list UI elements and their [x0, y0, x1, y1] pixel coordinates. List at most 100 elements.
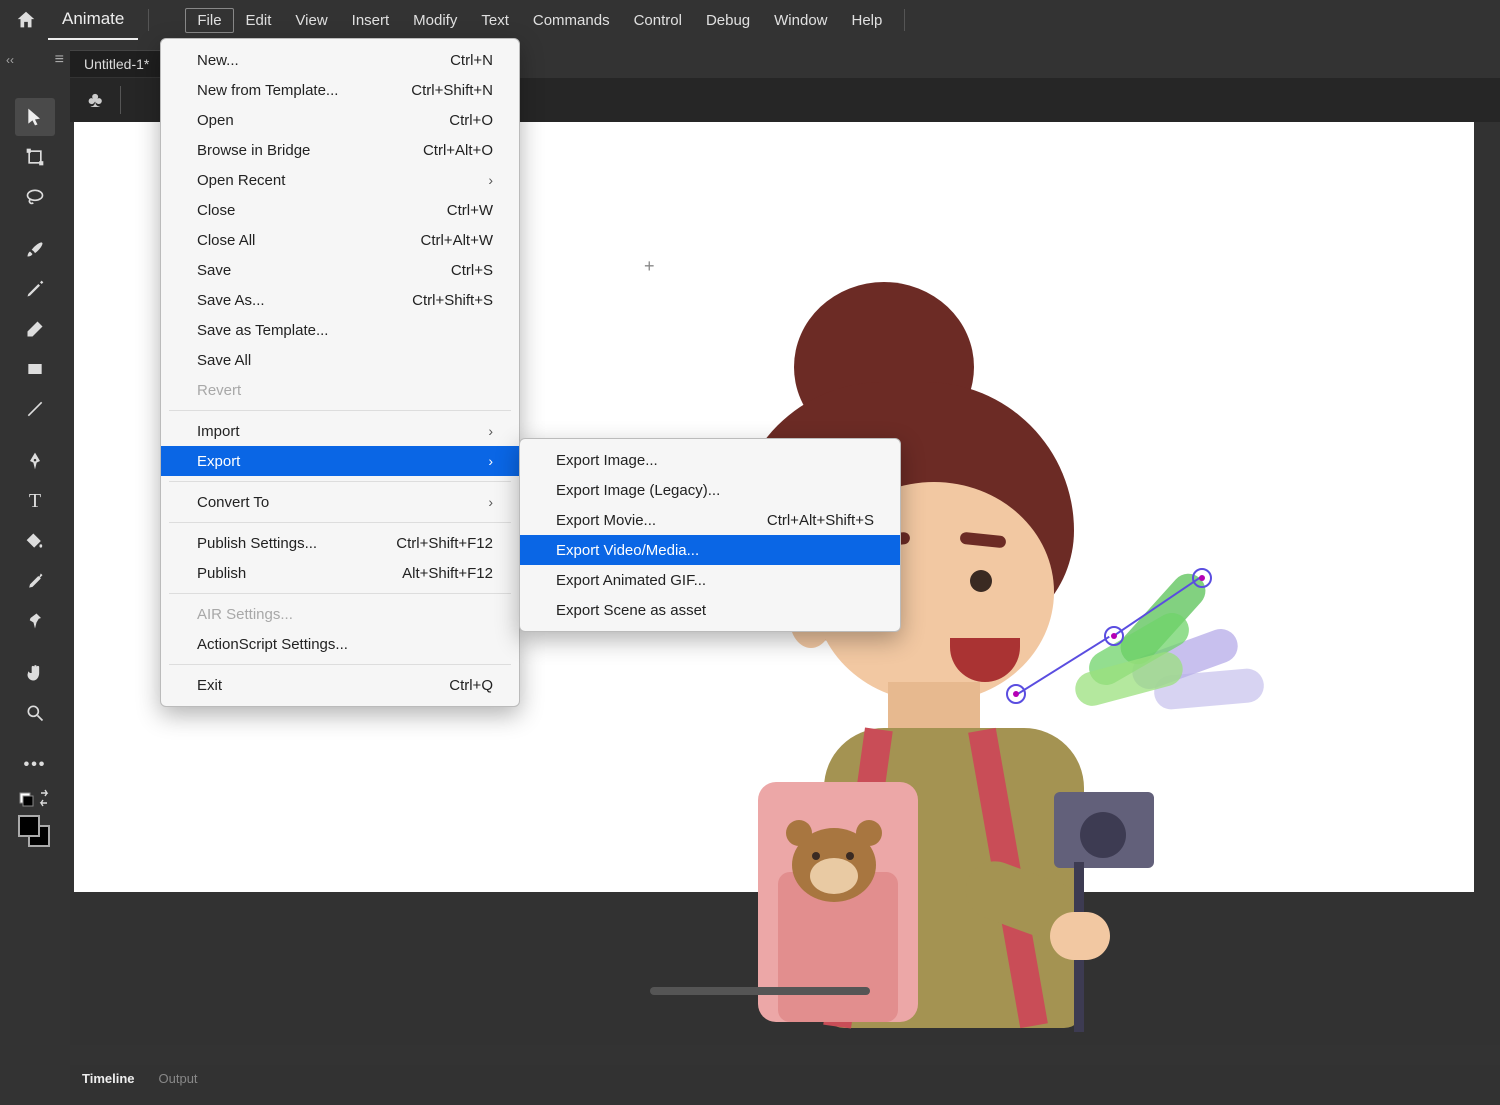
export-menu-item[interactable]: Export Movie...Ctrl+Alt+Shift+S — [520, 505, 900, 535]
eraser-icon — [25, 319, 45, 339]
menu-text[interactable]: Text — [469, 8, 521, 33]
file-menu-item[interactable]: Save As... Ctrl+Shift+S — [161, 285, 519, 315]
document-tabs: Untitled-1* — [70, 48, 163, 78]
menu-item-label: New from Template... — [197, 82, 338, 99]
file-menu-item[interactable]: Browse in BridgeCtrl+Alt+O — [161, 135, 519, 165]
scene-icon[interactable]: ♣ — [88, 87, 102, 113]
menu-file[interactable]: File — [185, 8, 233, 33]
menu-control[interactable]: Control — [622, 8, 694, 33]
menu-separator — [169, 481, 511, 482]
file-menu-item[interactable]: ExitCtrl+Q — [161, 670, 519, 700]
chevron-right-icon: › — [488, 453, 493, 469]
file-menu-item[interactable]: Save Ctrl+S — [161, 255, 519, 285]
export-menu-item[interactable]: Export Scene as asset — [520, 595, 900, 625]
file-menu-item[interactable]: Open Recent› — [161, 165, 519, 195]
menu-edit[interactable]: Edit — [234, 8, 284, 33]
text-tool[interactable]: T — [15, 482, 55, 520]
transform-icon — [25, 147, 45, 167]
pencil-icon — [25, 279, 45, 299]
home-icon — [15, 9, 37, 31]
artwork-character[interactable] — [714, 272, 1234, 1012]
pin-tool[interactable] — [15, 602, 55, 640]
menu-item-label: AIR Settings... — [197, 606, 293, 623]
export-menu-item[interactable]: Export Animated GIF... — [520, 565, 900, 595]
menu-item-label: Export Video/Media... — [556, 542, 699, 559]
stroke-fill-swatches[interactable] — [15, 812, 55, 852]
menu-item-label: Save — [197, 262, 231, 279]
file-menu-item[interactable]: Import› — [161, 416, 519, 446]
paint-bucket-tool[interactable] — [15, 522, 55, 560]
motion-path-anchor[interactable] — [1192, 568, 1212, 588]
menu-help[interactable]: Help — [840, 8, 895, 33]
panel-menu-icon[interactable]: ≡ — [55, 51, 64, 69]
export-menu-item[interactable]: Export Image... — [520, 445, 900, 475]
file-menu-item[interactable]: New from Template... Ctrl+Shift+N — [161, 75, 519, 105]
menu-commands[interactable]: Commands — [521, 8, 622, 33]
menu-item-label: Open — [197, 112, 234, 129]
pen-tool[interactable] — [15, 442, 55, 480]
file-menu-item[interactable]: Save as Template... — [161, 315, 519, 345]
menu-item-label: Save As... — [197, 292, 265, 309]
menu-item-label: Export Image... — [556, 452, 658, 469]
more-tools-button[interactable]: ••• — [15, 746, 55, 784]
menu-debug[interactable]: Debug — [694, 8, 762, 33]
file-menu-item[interactable]: ActionScript Settings... — [161, 629, 519, 659]
menu-insert[interactable]: Insert — [340, 8, 402, 33]
motion-path-anchor[interactable] — [1006, 684, 1026, 704]
menu-item-shortcut: Ctrl+Shift+S — [412, 292, 493, 309]
export-menu-item[interactable]: Export Image (Legacy)... — [520, 475, 900, 505]
menu-item-shortcut: Ctrl+Shift+F12 — [396, 535, 493, 552]
stroke-swatch[interactable] — [18, 815, 40, 837]
menu-item-shortcut: Ctrl+Shift+N — [411, 82, 493, 99]
horizontal-scrollbar-thumb[interactable] — [650, 987, 870, 995]
menu-item-label: ActionScript Settings... — [197, 636, 348, 653]
text-icon: T — [29, 490, 41, 513]
file-menu-item[interactable]: Open Ctrl+O — [161, 105, 519, 135]
menu-window[interactable]: Window — [762, 8, 839, 33]
selection-tool[interactable] — [15, 98, 55, 136]
file-menu-item[interactable]: CloseCtrl+W — [161, 195, 519, 225]
file-menu-item[interactable]: Close AllCtrl+Alt+W — [161, 225, 519, 255]
zoom-tool[interactable] — [15, 694, 55, 732]
menu-item-shortcut: Ctrl+Q — [449, 677, 493, 694]
menu-separator — [169, 410, 511, 411]
hand-tool[interactable] — [15, 654, 55, 692]
file-menu-item[interactable]: Publish Settings...Ctrl+Shift+F12 — [161, 528, 519, 558]
menu-item-label: Export — [197, 453, 240, 470]
lasso-tool[interactable] — [15, 178, 55, 216]
export-menu-item[interactable]: Export Video/Media... — [520, 535, 900, 565]
collapse-chevrons-icon[interactable]: ‹‹ — [6, 53, 14, 67]
menu-modify[interactable]: Modify — [401, 8, 469, 33]
registration-point-icon: + — [644, 256, 655, 277]
file-menu-item[interactable]: New...Ctrl+N — [161, 45, 519, 75]
line-tool[interactable] — [15, 390, 55, 428]
menu-item-shortcut: Alt+Shift+F12 — [402, 565, 493, 582]
brush-tool[interactable] — [15, 230, 55, 268]
menu-view[interactable]: View — [283, 8, 339, 33]
tab-timeline[interactable]: Timeline — [70, 1065, 147, 1092]
file-menu-item[interactable]: Save All — [161, 345, 519, 375]
swap-colors[interactable] — [15, 786, 55, 810]
document-tab[interactable]: Untitled-1* — [70, 50, 163, 77]
file-menu-item[interactable]: Export › — [161, 446, 519, 476]
menu-item-label: Save as Template... — [197, 322, 328, 339]
rectangle-tool[interactable] — [15, 350, 55, 388]
menu-separator — [169, 664, 511, 665]
eraser-tool[interactable] — [15, 310, 55, 348]
file-menu-item[interactable]: PublishAlt+Shift+F12 — [161, 558, 519, 588]
file-menu-item[interactable]: Convert To› — [161, 487, 519, 517]
eyedropper-tool[interactable] — [15, 562, 55, 600]
export-submenu-dropdown: Export Image...Export Image (Legacy)...E… — [519, 438, 901, 632]
pen-icon — [25, 451, 45, 471]
magnifier-icon — [25, 703, 45, 723]
chevron-right-icon: › — [488, 423, 493, 439]
menu-item-shortcut: Ctrl+O — [449, 112, 493, 129]
tab-output[interactable]: Output — [147, 1065, 210, 1092]
motion-path-anchor[interactable] — [1104, 626, 1124, 646]
file-menu-item: Revert — [161, 375, 519, 405]
menu-separator — [169, 593, 511, 594]
home-button[interactable] — [8, 2, 44, 38]
menu-item-shortcut: Ctrl+S — [451, 262, 493, 279]
pencil-tool[interactable] — [15, 270, 55, 308]
free-transform-tool[interactable] — [15, 138, 55, 176]
